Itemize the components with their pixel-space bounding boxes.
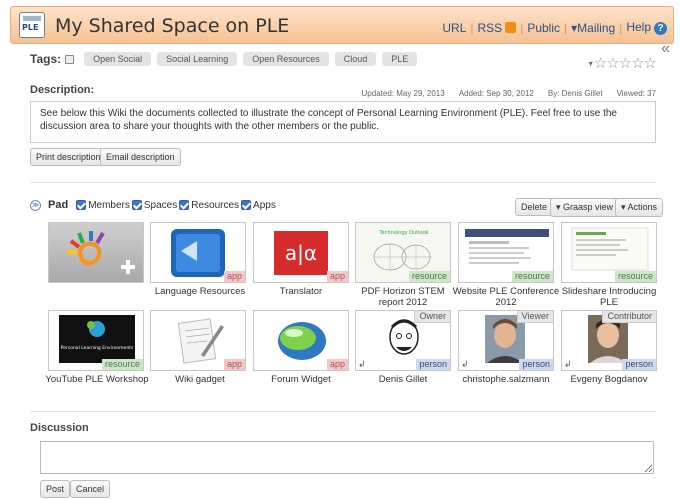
role-badge: Viewer bbox=[516, 311, 553, 323]
svg-text:Technology Outlook: Technology Outlook bbox=[378, 230, 428, 236]
filter-apps-label: Apps bbox=[253, 199, 276, 211]
help-link[interactable]: Help? bbox=[626, 20, 667, 35]
tag-item[interactable]: Social Learning bbox=[157, 52, 238, 66]
type-badge: person bbox=[416, 359, 450, 370]
space-header: PLE My Shared Space on PLE URL | RSS | P… bbox=[10, 6, 674, 44]
description-meta: Updated: May 29, 2013 Added: Sep 30, 201… bbox=[348, 89, 656, 98]
shortcut-arrow-icon: ↲ bbox=[564, 359, 572, 369]
item-caption[interactable]: Translator bbox=[246, 286, 356, 297]
type-badge: app bbox=[326, 271, 348, 282]
item-caption[interactable]: Evgeny Bogdanov bbox=[554, 374, 664, 385]
post-button[interactable]: Post bbox=[40, 480, 71, 498]
filter-resources-label: Resources bbox=[191, 199, 240, 211]
svg-text:a|α: a|α bbox=[285, 241, 317, 265]
author: By: Denis Gillet bbox=[547, 89, 603, 98]
divider bbox=[30, 411, 656, 412]
filter-members-checkbox[interactable] bbox=[76, 200, 87, 210]
public-link[interactable]: Public bbox=[527, 21, 560, 35]
member-tile-evgeny-bogdanov[interactable]: Contributor ↲ person bbox=[561, 310, 657, 371]
url-link[interactable]: URL bbox=[442, 21, 466, 35]
pad-label: Pad bbox=[48, 199, 69, 211]
page-title: My Shared Space on PLE bbox=[55, 15, 290, 37]
type-badge: app bbox=[223, 359, 245, 370]
item-caption[interactable]: Denis Gillet bbox=[348, 374, 458, 385]
star-rating[interactable]: ▾ ☆☆☆☆☆ bbox=[588, 54, 657, 72]
tags-label: Tags: bbox=[30, 52, 62, 66]
mailing-link[interactable]: ▾Mailing bbox=[571, 21, 615, 35]
role-badge: Owner bbox=[414, 311, 450, 323]
item-tile-translator[interactable]: a|α app bbox=[253, 222, 349, 283]
item-tile-pdf-horizon[interactable]: Technology Outlook resource bbox=[355, 222, 451, 283]
added-date: Added: Sep 30, 2012 bbox=[458, 89, 534, 98]
delete-button[interactable]: Delete bbox=[515, 198, 554, 216]
actions-button[interactable]: ▾ Actions bbox=[615, 198, 664, 217]
help-icon: ? bbox=[654, 22, 667, 35]
svg-text:Personal Learning Environments: Personal Learning Environments bbox=[61, 345, 134, 351]
type-badge: person bbox=[519, 359, 553, 370]
email-description-button[interactable]: Email description bbox=[100, 148, 181, 166]
rating-dropdown-icon: ▾ bbox=[588, 59, 593, 68]
print-description-button[interactable]: Print description bbox=[30, 148, 107, 166]
member-tile-denis-gillet[interactable]: Owner ↲ person bbox=[355, 310, 451, 371]
type-badge: resource bbox=[511, 271, 553, 282]
item-caption[interactable]: Forum Widget bbox=[246, 374, 356, 385]
member-tile-christophe-salzmann[interactable]: Viewer ↲ person bbox=[458, 310, 554, 371]
item-caption[interactable]: Slideshare Introducing PLE bbox=[554, 286, 664, 308]
cancel-button[interactable]: Cancel bbox=[70, 480, 111, 498]
type-badge: resource bbox=[408, 271, 450, 282]
filter-apps-checkbox[interactable] bbox=[241, 200, 252, 210]
item-caption[interactable]: YouTube PLE Workshop bbox=[42, 374, 152, 385]
spiral-logo-icon bbox=[66, 231, 135, 274]
item-tile-wiki-gadget[interactable]: app bbox=[150, 310, 246, 371]
type-badge: resource bbox=[614, 271, 656, 282]
rss-link[interactable]: RSS bbox=[478, 21, 517, 35]
ple-logo: PLE bbox=[19, 12, 45, 38]
description-header: Description: Updated: May 29, 2013 Added… bbox=[30, 84, 656, 98]
tag-item[interactable]: Open Resources bbox=[243, 52, 329, 66]
header-links: URL | RSS | Public | ▾Mailing | Help? bbox=[442, 20, 667, 35]
rss-icon bbox=[505, 21, 517, 33]
graasp-view-button[interactable]: ▾ Graasp view bbox=[550, 198, 620, 217]
discussion-input[interactable] bbox=[40, 441, 654, 474]
item-caption[interactable]: Website PLE Conference 2012 bbox=[451, 286, 561, 308]
item-caption[interactable]: PDF Horizon STEM report 2012 bbox=[348, 286, 458, 308]
view-count: Viewed: 37 bbox=[616, 89, 656, 98]
type-badge: resource bbox=[101, 359, 143, 370]
item-caption[interactable]: Wiki gadget bbox=[145, 374, 255, 385]
filter-spaces-checkbox[interactable] bbox=[131, 200, 142, 210]
type-badge: app bbox=[223, 271, 245, 282]
tag-item[interactable]: Open Social bbox=[84, 52, 152, 66]
collapse-panel-icon[interactable]: « bbox=[661, 40, 670, 58]
role-badge: Contributor bbox=[602, 311, 656, 323]
type-badge: person bbox=[622, 359, 656, 370]
tag-edit-icon[interactable] bbox=[65, 54, 75, 64]
divider bbox=[30, 182, 656, 183]
filter-resources-checkbox[interactable] bbox=[179, 200, 190, 210]
pad-toggle-icon[interactable]: ≫ bbox=[30, 199, 41, 211]
item-tile-slideshare[interactable]: resource bbox=[561, 222, 657, 283]
shortcut-arrow-icon: ↲ bbox=[358, 359, 366, 369]
shortcut-arrow-icon: ↲ bbox=[461, 359, 469, 369]
stars-icon: ☆☆☆☆☆ bbox=[593, 55, 657, 72]
description-label: Description: bbox=[30, 84, 95, 96]
add-item-tile[interactable] bbox=[48, 222, 144, 283]
description-text: See below this Wiki the documents collec… bbox=[30, 101, 656, 143]
item-caption[interactable]: Language Resources bbox=[145, 286, 255, 297]
discussion-label: Discussion bbox=[30, 422, 89, 434]
tags-bar: Tags: Open Social Social Learning Open R… bbox=[30, 52, 423, 66]
updated-date: Updated: May 29, 2013 bbox=[361, 89, 445, 98]
tag-item[interactable]: Cloud bbox=[334, 52, 377, 66]
item-tile-youtube-ple[interactable]: Personal Learning Environments resource bbox=[48, 310, 144, 371]
item-caption[interactable]: christophe.salzmann bbox=[451, 374, 561, 385]
item-tile-website-ple[interactable]: resource bbox=[458, 222, 554, 283]
pad-toolbar: ≫ Pad Members Spaces Resources Apps bbox=[30, 199, 278, 211]
item-tile-forum-widget[interactable]: app bbox=[253, 310, 349, 371]
type-badge: app bbox=[326, 359, 348, 370]
filter-members-label: Members bbox=[88, 199, 130, 211]
item-tile-language-resources[interactable]: app bbox=[150, 222, 246, 283]
filter-spaces-label: Spaces bbox=[143, 199, 178, 211]
tag-item[interactable]: PLE bbox=[382, 52, 418, 66]
